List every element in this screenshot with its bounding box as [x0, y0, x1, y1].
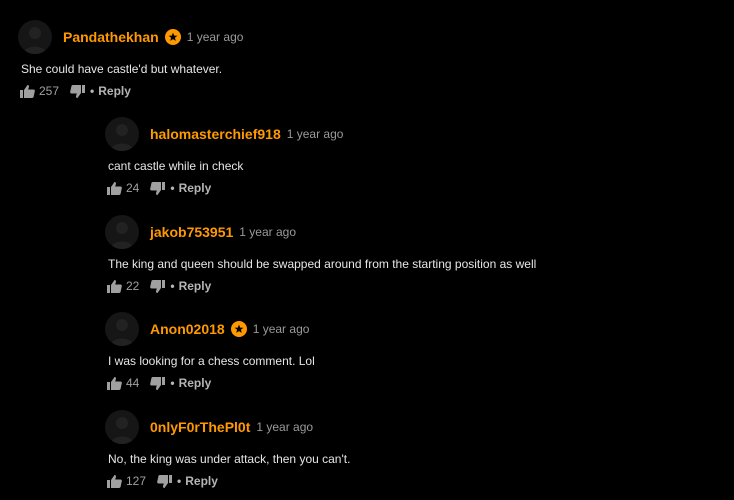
- comment-actions: 127 • Reply: [105, 472, 350, 490]
- comment-actions: 44 • Reply: [105, 374, 315, 392]
- comment-reply: 0nlyF0rThePl0t 1 year ago No, the king w…: [105, 410, 350, 490]
- thumbs-down-icon[interactable]: [150, 279, 166, 293]
- thumbs-up-icon[interactable]: [107, 181, 122, 195]
- star-badge-icon: [164, 29, 181, 45]
- user-silhouette-icon: [110, 319, 134, 346]
- reply-button[interactable]: Reply: [179, 181, 212, 195]
- like-count: 24: [126, 181, 140, 195]
- thumbs-down-icon[interactable]: [150, 376, 166, 390]
- username-link[interactable]: Anon02018: [150, 321, 225, 337]
- comment-actions: 22 • Reply: [105, 277, 536, 295]
- comment-timestamp: 1 year ago: [256, 420, 314, 434]
- reply-button[interactable]: Reply: [179, 279, 212, 293]
- user-silhouette-icon: [110, 222, 134, 249]
- avatar[interactable]: [18, 20, 52, 54]
- comment-reply: halomasterchief918 1 year ago cant castl…: [105, 117, 343, 197]
- username-link[interactable]: Pandathekhan: [63, 29, 159, 45]
- comment-timestamp: 1 year ago: [252, 322, 310, 336]
- avatar[interactable]: [105, 410, 139, 444]
- username-link[interactable]: halomasterchief918: [150, 126, 281, 142]
- separator-dot: •: [170, 181, 175, 195]
- separator-dot: •: [177, 474, 182, 488]
- comment-text: She could have castle'd but whatever.: [21, 62, 223, 76]
- like-count: 257: [39, 84, 60, 98]
- comment-reply: Anon02018 1 year ago I was looking for a…: [105, 312, 315, 392]
- comment-timestamp: 1 year ago: [186, 30, 244, 44]
- star-badge-icon: [230, 321, 247, 337]
- comment-text: cant castle while in check: [108, 159, 244, 173]
- avatar[interactable]: [105, 215, 139, 249]
- comment-reply: jakob753951 1 year ago The king and quee…: [105, 215, 536, 295]
- user-silhouette-icon: [23, 27, 47, 54]
- comment-actions: 24 • Reply: [105, 179, 343, 197]
- user-silhouette-icon: [110, 124, 134, 151]
- thumbs-down-icon[interactable]: [70, 84, 86, 98]
- comment-actions: 257 • Reply: [18, 82, 243, 100]
- comment-text: The king and queen should be swapped aro…: [108, 257, 537, 271]
- username-link[interactable]: jakob753951: [150, 224, 233, 240]
- like-count: 127: [126, 474, 147, 488]
- comment-timestamp: 1 year ago: [239, 225, 297, 239]
- reply-button[interactable]: Reply: [185, 474, 218, 488]
- like-count: 44: [126, 376, 140, 390]
- username-link[interactable]: 0nlyF0rThePl0t: [150, 419, 250, 435]
- thumbs-up-icon[interactable]: [107, 376, 122, 390]
- separator-dot: •: [170, 376, 175, 390]
- separator-dot: •: [90, 84, 95, 98]
- separator-dot: •: [170, 279, 175, 293]
- comment-text: I was looking for a chess comment. Lol: [108, 354, 315, 368]
- thumbs-up-icon[interactable]: [107, 279, 122, 293]
- user-silhouette-icon: [110, 417, 134, 444]
- avatar[interactable]: [105, 117, 139, 151]
- like-count: 22: [126, 279, 140, 293]
- comment: Pandathekhan 1 year ago She could have c…: [18, 20, 243, 100]
- thumbs-up-icon[interactable]: [20, 84, 35, 98]
- reply-button[interactable]: Reply: [98, 84, 131, 98]
- comment-timestamp: 1 year ago: [286, 127, 344, 141]
- thumbs-down-icon[interactable]: [157, 474, 173, 488]
- thumbs-down-icon[interactable]: [150, 181, 166, 195]
- avatar[interactable]: [105, 312, 139, 346]
- comment-text: No, the king was under attack, then you …: [108, 452, 351, 466]
- thumbs-up-icon[interactable]: [107, 474, 122, 488]
- reply-button[interactable]: Reply: [179, 376, 212, 390]
